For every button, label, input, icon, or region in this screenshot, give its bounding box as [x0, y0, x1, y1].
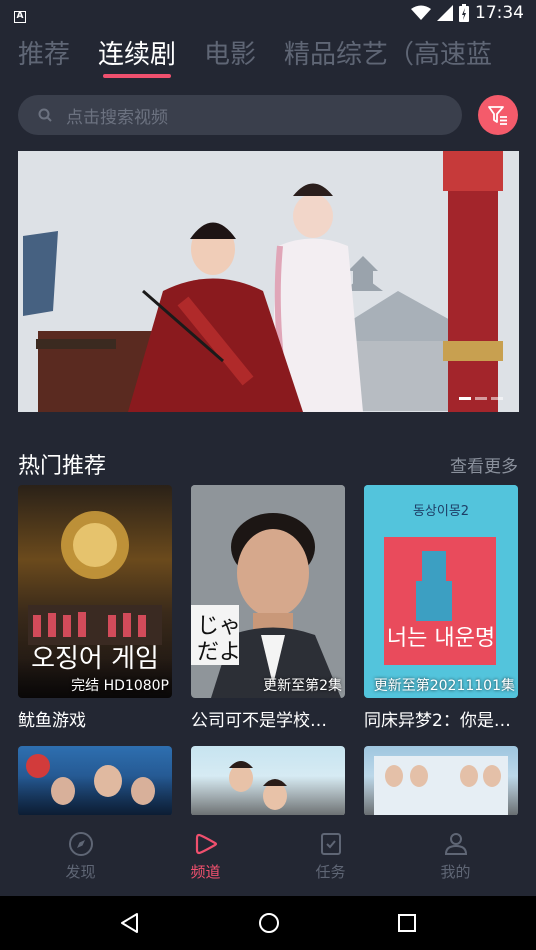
poster	[364, 746, 518, 816]
poster-art: じゃ だよ	[191, 485, 345, 698]
status-badge: 完结 HD1080P	[71, 678, 169, 694]
poster: じゃ だよ 更新至第2集	[191, 485, 345, 698]
tab-series[interactable]: 连续剧	[98, 32, 176, 78]
nav-profile[interactable]: 我的	[411, 815, 501, 896]
bottom-nav: 发现 频道 任务 我的	[0, 815, 536, 896]
poster-art	[229, 761, 287, 810]
video-card[interactable]	[191, 746, 345, 816]
banner-image	[18, 151, 519, 412]
nav-tasks[interactable]: 任务	[286, 815, 376, 896]
search-input[interactable]: 点击搜索视频	[18, 95, 462, 135]
poster-art: 동상이몽2 너는 내운명	[364, 485, 518, 698]
video-card[interactable]: 동상이몽2 너는 내운명 更新至第20211101集 同床异梦2：你是…	[364, 485, 518, 731]
nav-discover[interactable]: 发现	[36, 815, 126, 896]
tab-recommend[interactable]: 推荐	[18, 32, 70, 71]
svg-text:너는 내운명: 너는 내운명	[387, 626, 495, 651]
filter-icon	[488, 106, 507, 125]
nav-label: 频道	[190, 863, 221, 881]
filter-button[interactable]	[478, 95, 518, 135]
back-icon[interactable]	[119, 912, 141, 934]
poster	[18, 746, 172, 816]
home-icon[interactable]	[258, 912, 280, 934]
banner-dot-3	[491, 397, 503, 400]
status-badge: 更新至第20211101集	[373, 678, 515, 694]
status-left: A	[14, 3, 26, 23]
svg-text:오징어 게임: 오징어 게임	[31, 644, 159, 674]
notification-a-icon: A	[14, 11, 26, 23]
svg-text:じゃ: じゃ	[197, 614, 241, 639]
battery-icon	[459, 4, 469, 22]
video-card[interactable]	[18, 746, 172, 816]
poster-art: 오징어 게임	[28, 511, 162, 674]
banner-dot-1	[459, 397, 471, 400]
nav-label: 发现	[65, 863, 96, 881]
search-icon	[38, 108, 52, 122]
status-bar: A 17:34	[0, 0, 536, 26]
signal-icon	[437, 5, 453, 21]
see-more-link[interactable]: 查看更多	[450, 452, 518, 477]
status-badge: 更新至第2集	[263, 678, 342, 694]
svg-text:동상이몽2: 동상이몽2	[413, 504, 469, 519]
video-card[interactable]: じゃ だよ 更新至第2集 公司可不是学校…	[191, 485, 345, 731]
svg-text:だよ: だよ	[197, 640, 241, 665]
recents-icon[interactable]	[397, 913, 417, 933]
status-time: 17:34	[475, 3, 524, 23]
tab-movies[interactable]: 电影	[204, 32, 256, 71]
system-nav-bar	[0, 896, 536, 950]
poster	[191, 746, 345, 816]
poster: 오징어 게임 完结 HD1080P	[18, 485, 172, 698]
play-icon	[195, 833, 217, 855]
status-right: 17:34	[411, 3, 524, 23]
poster-art	[374, 756, 508, 816]
banner-dot-2	[475, 397, 487, 400]
nav-channel[interactable]: 频道	[161, 815, 251, 896]
section-title: 热门推荐	[18, 454, 107, 479]
nav-label: 我的	[440, 863, 471, 881]
video-card[interactable]	[364, 746, 518, 816]
wifi-icon	[411, 5, 431, 20]
task-icon	[320, 833, 341, 855]
banner-carousel[interactable]	[18, 151, 519, 412]
user-icon	[444, 833, 467, 855]
card-title: 鱿鱼游戏	[18, 711, 86, 731]
poster-art	[26, 754, 155, 805]
tab-variety[interactable]: 精品综艺（高速蓝	[284, 32, 492, 71]
category-tabs: 推荐 连续剧 电影 精品综艺（高速蓝	[18, 32, 492, 78]
card-title: 公司可不是学校…	[191, 711, 327, 731]
banner-indicator	[459, 397, 503, 400]
search-placeholder: 点击搜索视频	[66, 107, 168, 128]
nav-label: 任务	[315, 863, 346, 881]
card-title: 同床异梦2：你是…	[364, 711, 511, 731]
video-card[interactable]: 오징어 게임 完结 HD1080P 鱿鱼游戏	[18, 485, 172, 731]
poster: 동상이몽2 너는 내운명 更新至第20211101集	[364, 485, 518, 698]
compass-icon	[68, 832, 93, 856]
